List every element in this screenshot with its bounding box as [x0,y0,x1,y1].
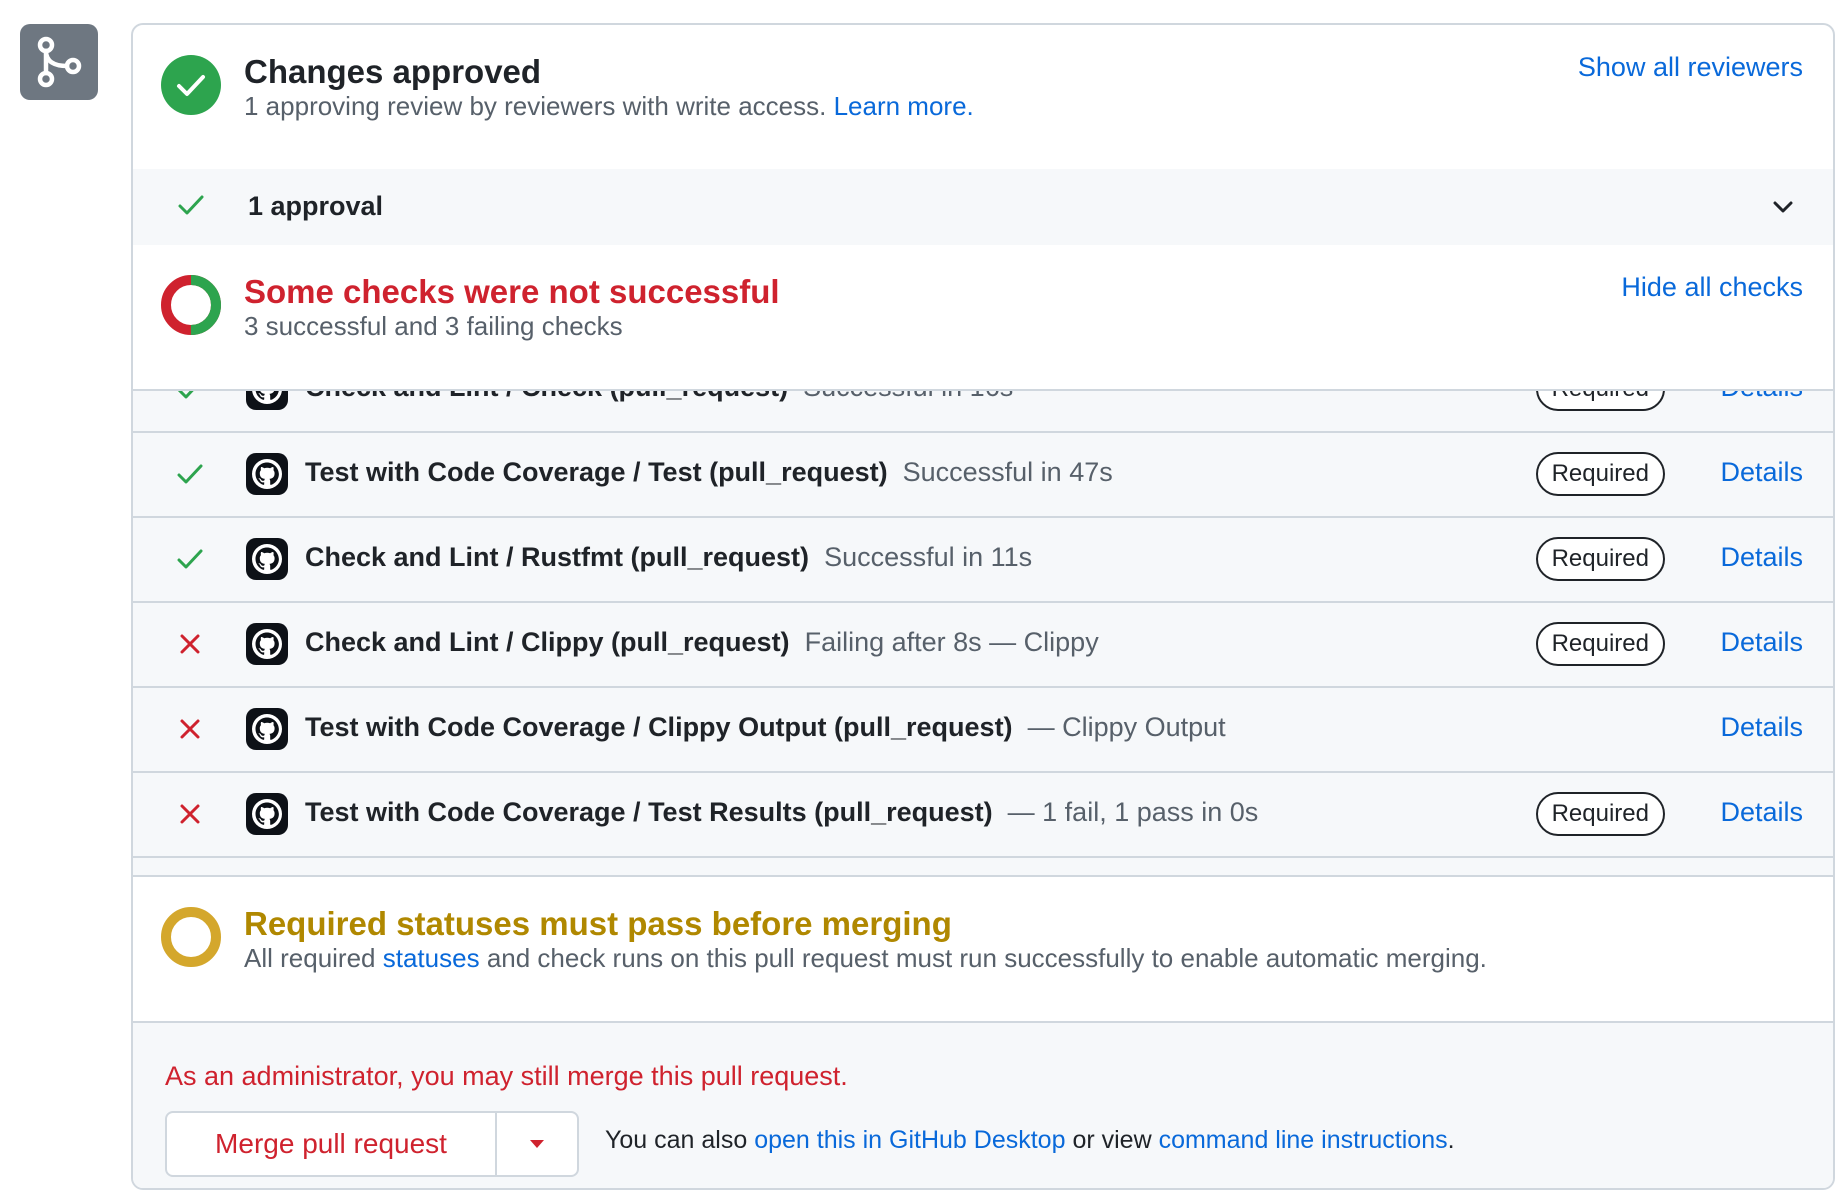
check-name: Test with Code Coverage / Test Results (… [305,797,993,827]
pending-circle-icon [161,907,221,967]
approval-label: 1 approval [248,191,384,221]
checks-title: Some checks were not successful [244,273,780,310]
learn-more-link[interactable]: Learn more. [834,91,974,121]
check-name: Check and Lint / Clippy (pull_request) [305,627,790,657]
merge-alternatives: You can also open this in GitHub Desktop… [605,1126,1455,1155]
required-title: Required statuses must pass before mergi… [244,905,952,942]
merge-note-prefix: You can also [605,1126,748,1154]
admin-merge-warning: As an administrator, you may still merge… [165,1061,848,1091]
check-icon [177,549,203,569]
check-description: Failing after 8s — Clippy [804,627,1099,657]
merge-note-suffix: . [1447,1126,1455,1154]
required-badge: Required [1535,537,1665,581]
details-link[interactable]: Details [1720,542,1803,573]
checks-summary: Some checks were not successful 3 succes… [133,245,1833,391]
triangle-down-icon [530,1140,544,1148]
github-app-icon [246,623,288,665]
check-text: Test with Code Coverage / Clippy Output … [305,712,1226,743]
github-app-icon [246,793,288,835]
hide-all-checks-link[interactable]: Hide all checks [1621,272,1803,303]
details-link[interactable]: Details [1720,391,1803,403]
check-description: Successful in 16s [803,391,1013,402]
check-row: Check and Lint / Clippy (pull_request) F… [133,603,1833,688]
show-all-reviewers-link[interactable]: Show all reviewers [1578,52,1803,83]
required-badge: Required [1535,452,1665,496]
check-name: Check and Lint / Rustfmt (pull_request) [305,542,810,572]
required-text-after: and check runs on this pull request must… [486,943,1487,973]
required-text-before: All required [244,943,376,973]
command-line-instructions-link[interactable]: command line instructions [1159,1126,1448,1154]
review-subtitle: 1 approving review by reviewers with wri… [244,91,974,122]
check-description: — Clippy Output [1027,712,1226,742]
merge-note-middle: or view [1072,1126,1152,1154]
checks-status-icon [161,275,221,335]
check-icon [177,464,203,484]
required-badge: Required [1535,391,1665,411]
github-app-icon [246,391,288,410]
github-app-icon [246,708,288,750]
check-row: Test with Code Coverage / Clippy Output … [133,688,1833,773]
check-text: Test with Code Coverage / Test (pull_req… [305,457,1113,488]
chevron-down-icon[interactable] [1771,195,1795,219]
github-app-icon [246,538,288,580]
check-row: Check and Lint / Rustfmt (pull_request) … [133,518,1833,603]
review-subtitle-text: 1 approving review by reviewers with wri… [244,91,827,121]
check-row: Test with Code Coverage / Test Results (… [133,773,1833,858]
git-merge-icon [20,24,98,100]
x-icon [180,634,200,654]
check-text: Test with Code Coverage / Test Results (… [305,797,1258,828]
checks-list[interactable]: Check and Lint / Check (pull_request) Su… [133,391,1833,877]
checks-subtitle: 3 successful and 3 failing checks [244,311,623,341]
check-circle-icon [161,55,221,115]
details-link[interactable]: Details [1720,712,1803,743]
merge-box: Changes approved 1 approving review by r… [131,23,1835,1190]
merge-pull-request-button[interactable]: Merge pull request [167,1113,495,1175]
check-icon [178,195,204,215]
check-name: Test with Code Coverage / Clippy Output … [305,712,1013,742]
details-link[interactable]: Details [1720,797,1803,828]
check-text: Check and Lint / Clippy (pull_request) F… [305,627,1099,658]
required-statuses: Required statuses must pass before mergi… [133,877,1833,1023]
details-link[interactable]: Details [1720,627,1803,658]
statuses-link[interactable]: statuses [383,943,480,973]
required-badge: Required [1535,792,1665,836]
check-icon [177,391,194,399]
approval-toggle[interactable]: 1 approval [133,169,1833,247]
required-text: All required statuses and check runs on … [244,943,1487,974]
github-app-icon [246,453,288,495]
check-text: Check and Lint / Check (pull_request) Su… [305,391,1013,403]
check-row: Check and Lint / Check (pull_request) Su… [133,391,1833,433]
check-name: Test with Code Coverage / Test (pull_req… [305,457,888,487]
details-link[interactable]: Details [1720,457,1803,488]
check-row: Test with Code Coverage / Test (pull_req… [133,433,1833,518]
merge-button-group: Merge pull request [165,1111,579,1177]
check-text: Check and Lint / Rustfmt (pull_request) … [305,542,1032,573]
check-description: Successful in 47s [902,457,1113,487]
review-title: Changes approved [244,53,542,90]
x-icon [180,719,200,739]
required-badge: Required [1535,622,1665,666]
check-description: Successful in 11s [824,542,1033,572]
merge-method-dropdown[interactable] [495,1113,577,1175]
review-summary: Changes approved 1 approving review by r… [133,25,1833,171]
check-name: Check and Lint / Check (pull_request) [305,391,788,402]
check-rows: Check and Lint / Check (pull_request) Su… [133,391,1833,858]
merge-area: As an administrator, you may still merge… [133,1023,1833,1188]
x-icon [180,804,200,824]
check-description: — 1 fail, 1 pass in 0s [1007,797,1259,827]
github-desktop-link[interactable]: open this in GitHub Desktop [754,1126,1065,1154]
